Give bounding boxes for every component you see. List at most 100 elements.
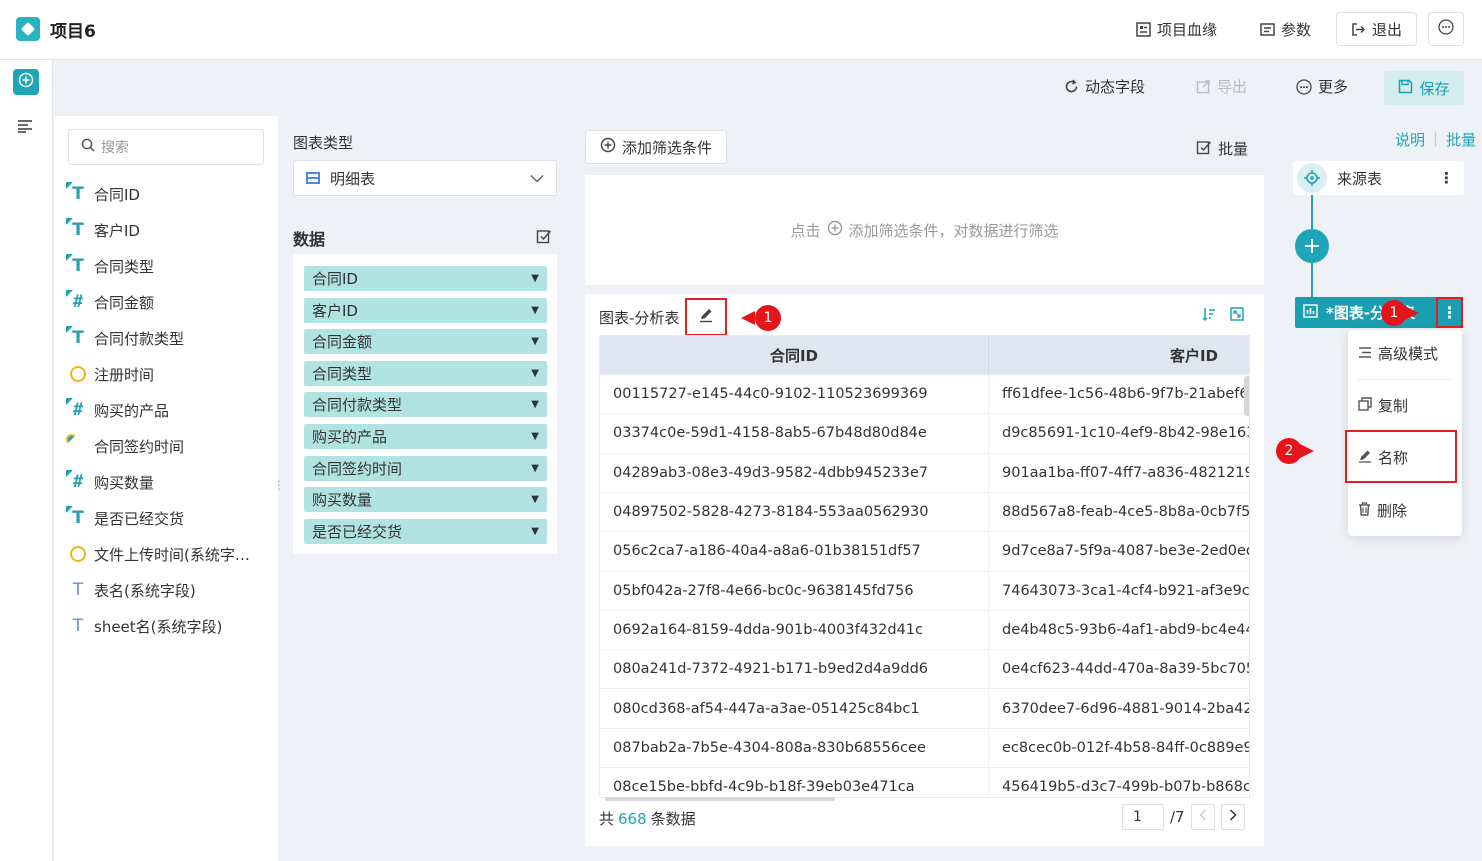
sort-icon[interactable] xyxy=(1202,307,1216,325)
field-item[interactable]: T 合同付款类型 xyxy=(68,326,184,350)
field-item[interactable]: Tsheet名(系统字段) xyxy=(68,614,223,638)
field-item[interactable]: # 合同金额 xyxy=(68,290,154,314)
horizontal-scrollbar[interactable] xyxy=(605,797,835,801)
table-row[interactable]: 05bf042a-27f8-4e66-bc0c-9638145fd756 7464… xyxy=(600,570,1249,610)
field-item[interactable]: T 合同ID xyxy=(68,182,140,206)
filter-hint-suffix: 添加筛选条件，对数据进行筛选 xyxy=(848,221,1059,240)
data-field-pill[interactable]: 购买数量 ▼ xyxy=(304,487,547,513)
exit-icon xyxy=(1351,22,1366,37)
data-field-pill[interactable]: 合同类型 ▼ xyxy=(304,360,547,386)
fullscreen-icon[interactable] xyxy=(1230,307,1244,325)
field-item[interactable]: 合同签约时间 xyxy=(68,434,184,458)
outline-button[interactable] xyxy=(17,118,33,137)
caret-down-icon[interactable]: ▼ xyxy=(531,273,539,284)
edit-data-button[interactable] xyxy=(536,228,552,248)
node-more-button[interactable]: ⋮ xyxy=(1436,297,1463,328)
data-field-pill[interactable]: 客户ID ▼ xyxy=(304,297,547,323)
filter-batch-button[interactable]: 批量 xyxy=(1196,138,1248,159)
caret-down-icon[interactable]: ▼ xyxy=(531,399,539,410)
project-lineage-button[interactable]: 项目血缘 xyxy=(1136,12,1217,46)
add-filter-button[interactable]: 添加筛选条件 xyxy=(585,130,728,164)
table-row[interactable]: 04897502-5828-4273-8184-553aa0562930 88d5… xyxy=(600,491,1249,532)
field-item-label: 合同ID xyxy=(94,185,140,204)
table-row[interactable]: 087bab2a-7b5e-4304-808a-830b68556cee ec8c… xyxy=(600,727,1249,767)
field-search-input[interactable]: 搜索 xyxy=(68,129,264,165)
badge-1-pointer xyxy=(741,311,755,325)
chart-config-panel: 图表类型 明细表 数据 合同ID ▼ 客户ID ▼ 合同金额 ▼ 合同类型 ▼ 合同付款类型 ▼ 购… xyxy=(280,116,572,861)
caret-down-icon[interactable]: ▼ xyxy=(531,368,539,379)
table-row[interactable]: 0692a164-8159-4dda-901b-4003f432d41c de4b… xyxy=(600,609,1249,650)
field-item[interactable]: 注册时间 xyxy=(68,362,154,386)
more-button[interactable]: 更多 xyxy=(1296,76,1348,97)
text-field-icon: T xyxy=(68,220,88,240)
vertical-dots-icon[interactable]: ⋮ xyxy=(1439,169,1454,187)
menu-item-advanced-mode[interactable]: 高级模式 xyxy=(1358,343,1438,364)
table-row[interactable]: 080cd368-af54-447a-a3ae-051425c84bc1 6370… xyxy=(600,688,1249,728)
add-node-button[interactable]: + xyxy=(1295,229,1329,263)
dynamic-field-button[interactable]: 动态字段 xyxy=(1064,76,1145,97)
params-button[interactable]: 参数 xyxy=(1260,12,1311,46)
field-item-label: 客户ID xyxy=(94,221,140,240)
edit-box-icon xyxy=(1196,139,1212,159)
data-fields-box: 合同ID ▼ 客户ID ▼ 合同金额 ▼ 合同类型 ▼ 合同付款类型 ▼ 购买的产品 ▼ 合同签约时间 ▼… xyxy=(293,254,557,554)
source-table-node[interactable]: 来源表 ⋮ xyxy=(1293,161,1464,195)
text-field-icon: T xyxy=(72,580,84,600)
table-header: 合同ID 客户ID xyxy=(600,336,1249,374)
caret-down-icon[interactable]: ▼ xyxy=(531,463,539,474)
data-field-pill[interactable]: 合同签约时间 ▼ xyxy=(304,455,547,481)
table-row[interactable]: 00115727-e145-44c0-9102-110523699369 ff61… xyxy=(600,374,1249,414)
menu-item-copy[interactable]: 复制 xyxy=(1358,395,1408,416)
save-button[interactable]: 保存 xyxy=(1384,71,1464,105)
cell-contract-id: 056c2ca7-a186-40a4-a8a6-01b38151df57 xyxy=(600,532,989,571)
field-item[interactable]: T 是否已经交货 xyxy=(68,506,184,530)
cell-contract-id: 00115727-e145-44c0-9102-110523699369 xyxy=(600,375,989,414)
table-row[interactable]: 03374c0e-59d1-4158-8ab5-67b48d80d84e d9c8… xyxy=(600,413,1249,453)
data-field-pill[interactable]: 合同金额 ▼ xyxy=(304,329,547,355)
text-field-icon: T xyxy=(68,184,88,204)
step-badge-2: 2 xyxy=(1276,438,1302,464)
field-item[interactable]: 文件上传时间(系统字… xyxy=(68,542,250,566)
column-header-contract-id[interactable]: 合同ID xyxy=(600,336,989,374)
flow-batch-link[interactable]: 批量 xyxy=(1446,129,1476,150)
explain-link[interactable]: 说明 xyxy=(1395,129,1425,150)
plus-icon: + xyxy=(1302,233,1322,259)
field-item[interactable]: # 购买的产品 xyxy=(68,398,169,422)
page-number-input[interactable]: 1 xyxy=(1122,804,1164,830)
menu-copy-label: 复制 xyxy=(1378,397,1409,415)
flow-connector xyxy=(1311,263,1313,297)
caret-down-icon[interactable]: ▼ xyxy=(531,305,539,316)
caret-down-icon[interactable]: ▼ xyxy=(531,494,539,505)
table-row[interactable]: 056c2ca7-a186-40a4-a8a6-01b38151df57 9d7c… xyxy=(600,531,1249,571)
left-rail xyxy=(0,60,53,861)
caret-down-icon[interactable]: ▼ xyxy=(531,526,539,537)
field-item[interactable]: T 表名(系统字段) xyxy=(68,578,196,602)
data-field-pill[interactable]: 合同付款类型 ▼ xyxy=(304,392,547,418)
field-item[interactable]: T 合同类型 xyxy=(68,254,154,278)
table-row[interactable]: 08ce15be-bbfd-4c9b-b18f-39eb03e471ca 4564… xyxy=(600,767,1249,797)
field-item-label: sheet名(系统字段) xyxy=(94,617,223,636)
table-title: 图表-分析表 xyxy=(599,309,680,327)
prev-page-button[interactable] xyxy=(1190,804,1215,830)
field-item[interactable]: T 客户ID xyxy=(68,218,140,242)
data-field-pill[interactable]: 购买的产品 ▼ xyxy=(304,424,547,449)
chart-type-select[interactable]: 明细表 xyxy=(293,160,557,196)
caret-down-icon[interactable]: ▼ xyxy=(531,336,539,347)
column-header-customer-id[interactable]: 客户ID xyxy=(989,336,1249,374)
vertical-scrollbar[interactable] xyxy=(1244,376,1249,416)
rename-title-button[interactable] xyxy=(685,298,727,336)
field-item[interactable]: # 购买数量 xyxy=(68,470,154,494)
data-field-pill[interactable]: 是否已经交货 ▼ xyxy=(304,518,547,544)
exit-button[interactable]: 退出 xyxy=(1336,12,1418,46)
add-step-button[interactable] xyxy=(13,69,39,95)
menu-item-delete[interactable]: 删除 xyxy=(1358,500,1407,521)
cell-customer-id: 901aa1ba-ff07-4ff7-a836-4821219c xyxy=(989,454,1249,492)
caret-down-icon[interactable]: ▼ xyxy=(531,431,539,442)
source-table-label: 来源表 xyxy=(1337,169,1383,188)
more-circle-icon xyxy=(1296,78,1312,95)
data-field-pill[interactable]: 合同ID ▼ xyxy=(304,266,547,291)
more-options-button[interactable] xyxy=(1428,12,1464,46)
next-page-button[interactable] xyxy=(1220,804,1245,830)
export-button[interactable]: 导出 xyxy=(1196,76,1247,97)
table-row[interactable]: 04289ab3-08e3-49d3-9582-4dbb945233e7 901a… xyxy=(600,452,1249,492)
table-row[interactable]: 080a241d-7372-4921-b171-b9ed2d4a9dd6 0e4c… xyxy=(600,649,1249,689)
